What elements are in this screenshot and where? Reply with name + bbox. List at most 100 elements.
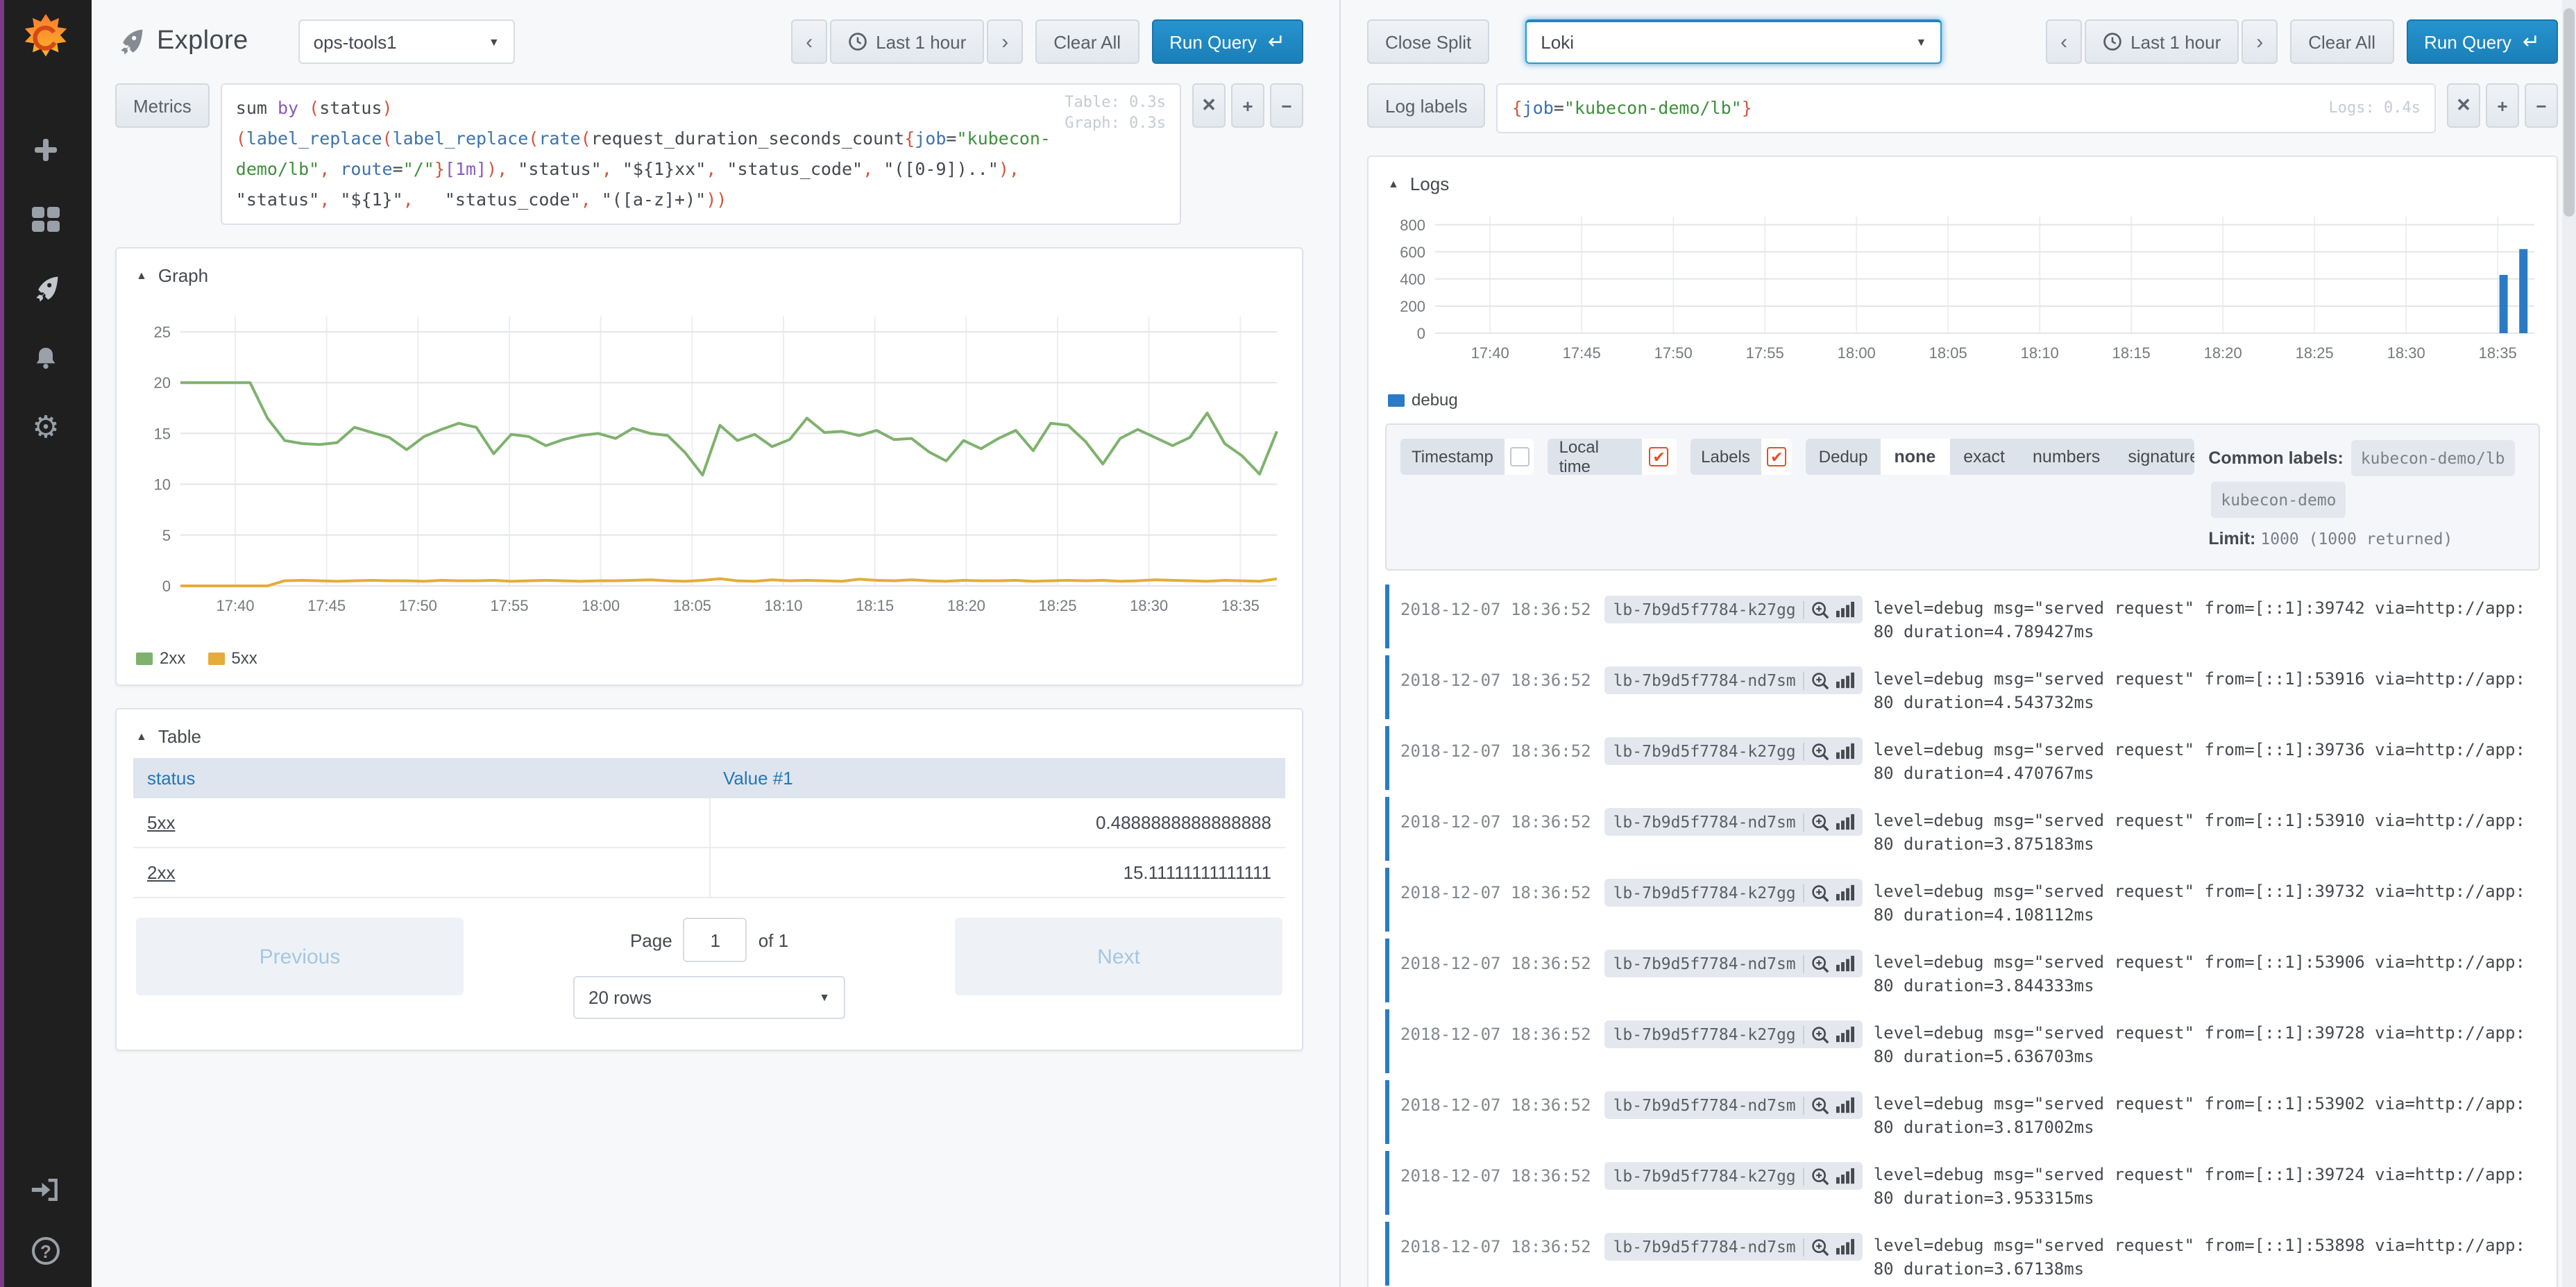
time-back-button[interactable]: ‹ — [791, 19, 827, 64]
settings-gear-icon[interactable]: ⚙ — [29, 411, 62, 444]
dedup-option-exact[interactable]: exact — [1949, 439, 2019, 475]
status-link[interactable]: 5xx — [147, 812, 175, 833]
log-label-chip: lb-7b9d5f7784-nd7sm — [1605, 1233, 1863, 1261]
log-row[interactable]: 2018-12-07 18:36:52lb-7b9d5f7784-nd7smle… — [1385, 939, 2540, 1002]
log-row[interactable]: 2018-12-07 18:36:52lb-7b9d5f7784-nd7smle… — [1385, 1080, 2540, 1144]
zoom-in-icon[interactable] — [1811, 1238, 1829, 1256]
log-timestamp: 2018-12-07 18:36:52 — [1400, 1226, 1591, 1258]
clear-all-button[interactable]: Clear All — [2290, 19, 2393, 64]
previous-page-button[interactable]: Previous — [136, 918, 464, 995]
stats-bars-icon[interactable] — [1836, 884, 1854, 901]
help-icon[interactable]: ? — [29, 1234, 62, 1268]
zoom-in-icon[interactable] — [1811, 1096, 1829, 1114]
add-icon[interactable] — [29, 133, 62, 167]
scrollbar-thumb[interactable] — [2564, 8, 2575, 217]
datasource-select-right[interactable]: Loki ▼ — [1525, 19, 1942, 64]
stats-bars-icon[interactable] — [1836, 814, 1854, 830]
page-scrollbar[interactable] — [2562, 0, 2576, 1287]
logs-volume-bar-chart[interactable]: 17:4017:4517:5017:5518:0018:0518:1018:15… — [1385, 205, 2545, 375]
clear-all-button[interactable]: Clear All — [1035, 19, 1139, 64]
stats-bars-icon[interactable] — [1836, 1168, 1854, 1184]
zoom-in-icon[interactable] — [1811, 742, 1829, 760]
log-row[interactable]: 2018-12-07 18:36:52lb-7b9d5f7784-k27ggle… — [1385, 584, 2540, 648]
zoom-in-icon[interactable] — [1811, 813, 1829, 831]
query-type-button[interactable]: Metrics — [115, 83, 210, 128]
stats-bars-icon[interactable] — [1836, 601, 1854, 618]
dedup-option-none[interactable]: none — [1881, 439, 1950, 475]
dedup-option-signature[interactable]: signature — [2114, 439, 2194, 475]
log-timestamp: 2018-12-07 18:36:52 — [1400, 943, 1591, 975]
rows-per-page-select[interactable]: 20 rows ▼ — [573, 976, 845, 1019]
time-forward-button[interactable]: › — [2242, 19, 2278, 64]
remove-query-button[interactable]: ✕ — [2447, 83, 2480, 128]
status-link[interactable]: 2xx — [147, 862, 175, 883]
collapse-query-button[interactable]: − — [1270, 83, 1303, 128]
zoom-in-icon[interactable] — [1811, 884, 1829, 902]
log-timestamp: 2018-12-07 18:36:52 — [1400, 1084, 1591, 1116]
legend-item-5xx[interactable]: 5xx — [207, 648, 257, 668]
log-row[interactable]: 2018-12-07 18:36:52lb-7b9d5f7784-k27ggle… — [1385, 1151, 2540, 1215]
metrics-query-editor[interactable]: Table: 0.3sGraph: 0.3s sum by (status)(l… — [221, 83, 1181, 225]
column-header-value[interactable]: Value #1 — [709, 758, 1285, 798]
stats-bars-icon[interactable] — [1836, 743, 1854, 759]
log-row[interactable]: 2018-12-07 18:36:52lb-7b9d5f7784-nd7smle… — [1385, 655, 2540, 719]
table-panel-toggle[interactable]: ▲ Table — [136, 726, 1285, 747]
alerting-bell-icon[interactable] — [29, 342, 62, 375]
log-row[interactable]: 2018-12-07 18:36:52lb-7b9d5f7784-nd7smle… — [1385, 797, 2540, 861]
collapse-query-button[interactable]: − — [2525, 83, 2558, 128]
logs-panel-toggle[interactable]: ▲ Logs — [1388, 174, 2540, 194]
stats-bars-icon[interactable] — [1836, 672, 1854, 689]
app-root: ⚙ ? Explore ops-tools1 ▼ — [0, 0, 2576, 1287]
legend-item-debug[interactable]: debug — [1388, 390, 1458, 410]
graph-panel-toggle[interactable]: ▲ Graph — [136, 265, 1285, 286]
next-page-button[interactable]: Next — [955, 918, 1282, 995]
run-query-button[interactable]: Run Query ↵ — [2406, 19, 2558, 64]
svg-text:17:40: 17:40 — [1471, 344, 1509, 362]
run-query-button[interactable]: Run Query ↵ — [1151, 19, 1303, 64]
zoom-in-icon[interactable] — [1811, 600, 1829, 619]
grafana-logo[interactable] — [19, 11, 72, 67]
log-pod-label: lb-7b9d5f7784-k27gg — [1613, 1166, 1796, 1186]
log-row[interactable]: 2018-12-07 18:36:52lb-7b9d5f7784-k27ggle… — [1385, 868, 2540, 932]
checkbox-checked-icon[interactable]: ✔ — [1767, 447, 1786, 466]
log-row[interactable]: 2018-12-07 18:36:52lb-7b9d5f7784-nd7smle… — [1385, 1222, 2540, 1286]
svg-text:18:05: 18:05 — [1929, 344, 1967, 362]
toggle-local-time[interactable]: Local time✔ — [1548, 439, 1677, 475]
loki-query-editor[interactable]: Logs: 0.4s {job="kubecon-demo/lb"} — [1497, 83, 2436, 133]
dashboards-icon[interactable] — [29, 203, 62, 236]
add-query-button[interactable]: + — [1231, 83, 1264, 128]
graph-panel-title: Graph — [158, 265, 208, 286]
sign-in-icon[interactable] — [29, 1173, 62, 1206]
time-back-button[interactable]: ‹ — [2046, 19, 2082, 64]
log-row[interactable]: 2018-12-07 18:36:52lb-7b9d5f7784-k27ggle… — [1385, 726, 2540, 790]
add-query-button[interactable]: + — [2486, 83, 2519, 128]
legend-item-2xx[interactable]: 2xx — [136, 648, 185, 668]
log-row[interactable]: 2018-12-07 18:36:52lb-7b9d5f7784-k27ggle… — [1385, 1009, 2540, 1073]
page-label: Page — [630, 930, 672, 950]
log-labels-button[interactable]: Log labels — [1367, 83, 1486, 128]
explore-rocket-icon[interactable] — [29, 272, 62, 305]
checkbox-checked-icon[interactable]: ✔ — [1650, 447, 1669, 466]
column-header-status[interactable]: status — [133, 758, 709, 798]
timepicker-button[interactable]: Last 1 hour — [830, 19, 984, 64]
remove-query-button[interactable]: ✕ — [1192, 83, 1226, 128]
stats-bars-icon[interactable] — [1836, 955, 1854, 972]
toggle-labels[interactable]: Labels✔ — [1690, 439, 1793, 475]
stats-bars-icon[interactable] — [1836, 1238, 1854, 1255]
stats-bars-icon[interactable] — [1836, 1097, 1854, 1113]
metrics-line-chart[interactable]: 17:4017:4517:5017:5518:0018:0518:1018:15… — [133, 297, 1288, 633]
zoom-in-icon[interactable] — [1811, 1025, 1829, 1043]
toggle-timestamp[interactable]: Timestamp — [1400, 439, 1534, 475]
close-split-button[interactable]: Close Split — [1367, 19, 1489, 64]
zoom-in-icon[interactable] — [1811, 671, 1829, 689]
log-pod-label: lb-7b9d5f7784-nd7sm — [1613, 1095, 1796, 1115]
datasource-select[interactable]: ops-tools1 ▼ — [298, 19, 515, 64]
timepicker-button[interactable]: Last 1 hour — [2085, 19, 2239, 64]
page-number-input[interactable] — [684, 918, 747, 962]
zoom-in-icon[interactable] — [1811, 1167, 1829, 1185]
zoom-in-icon[interactable] — [1811, 954, 1829, 973]
time-forward-button[interactable]: › — [987, 19, 1023, 64]
stats-bars-icon[interactable] — [1836, 1026, 1854, 1043]
dedup-option-numbers[interactable]: numbers — [2019, 439, 2114, 475]
checkbox-unchecked-icon[interactable] — [1509, 447, 1529, 466]
